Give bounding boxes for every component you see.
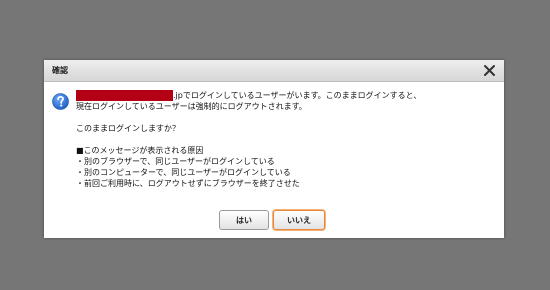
question-icon [52,93,69,110]
redacted-domain [76,90,173,101]
reasons-heading: ■このメッセージが表示される原因 [76,146,204,155]
login-prompt: このままログインしますか？ [76,124,180,133]
no-button[interactable]: いいえ [273,210,325,230]
message-line-2: 現在ログインしているユーザーは強制的にログアウトされます。 [76,102,307,111]
close-icon[interactable] [483,64,496,77]
yes-button[interactable]: はい [219,210,269,230]
message-line-1: .jpでログインしているユーザーがいます。このままログインすると、 [76,90,496,101]
reason-item: ・前回ご利用時に、ログアウトせずにブラウザーを終了させた [76,179,300,188]
dialog-message: .jpでログインしているユーザーがいます。このままログインすると、 現在ログイン… [76,90,496,189]
dialog-title: 確認 [52,66,68,75]
dialog-titlebar: 確認 [44,60,504,82]
message-line-1-text: .jpでログインしているユーザーがいます。このままログインすると、 [173,91,422,100]
reason-item: ・別のブラウザーで、同じユーザーがログインしている [76,157,275,166]
confirm-dialog: 確認 .jpでログインしているユーザーがいます。このままログインすると、 現在ロ… [44,60,504,238]
reason-item: ・別のコンピューターで、同じユーザーがログインしている [76,168,291,177]
